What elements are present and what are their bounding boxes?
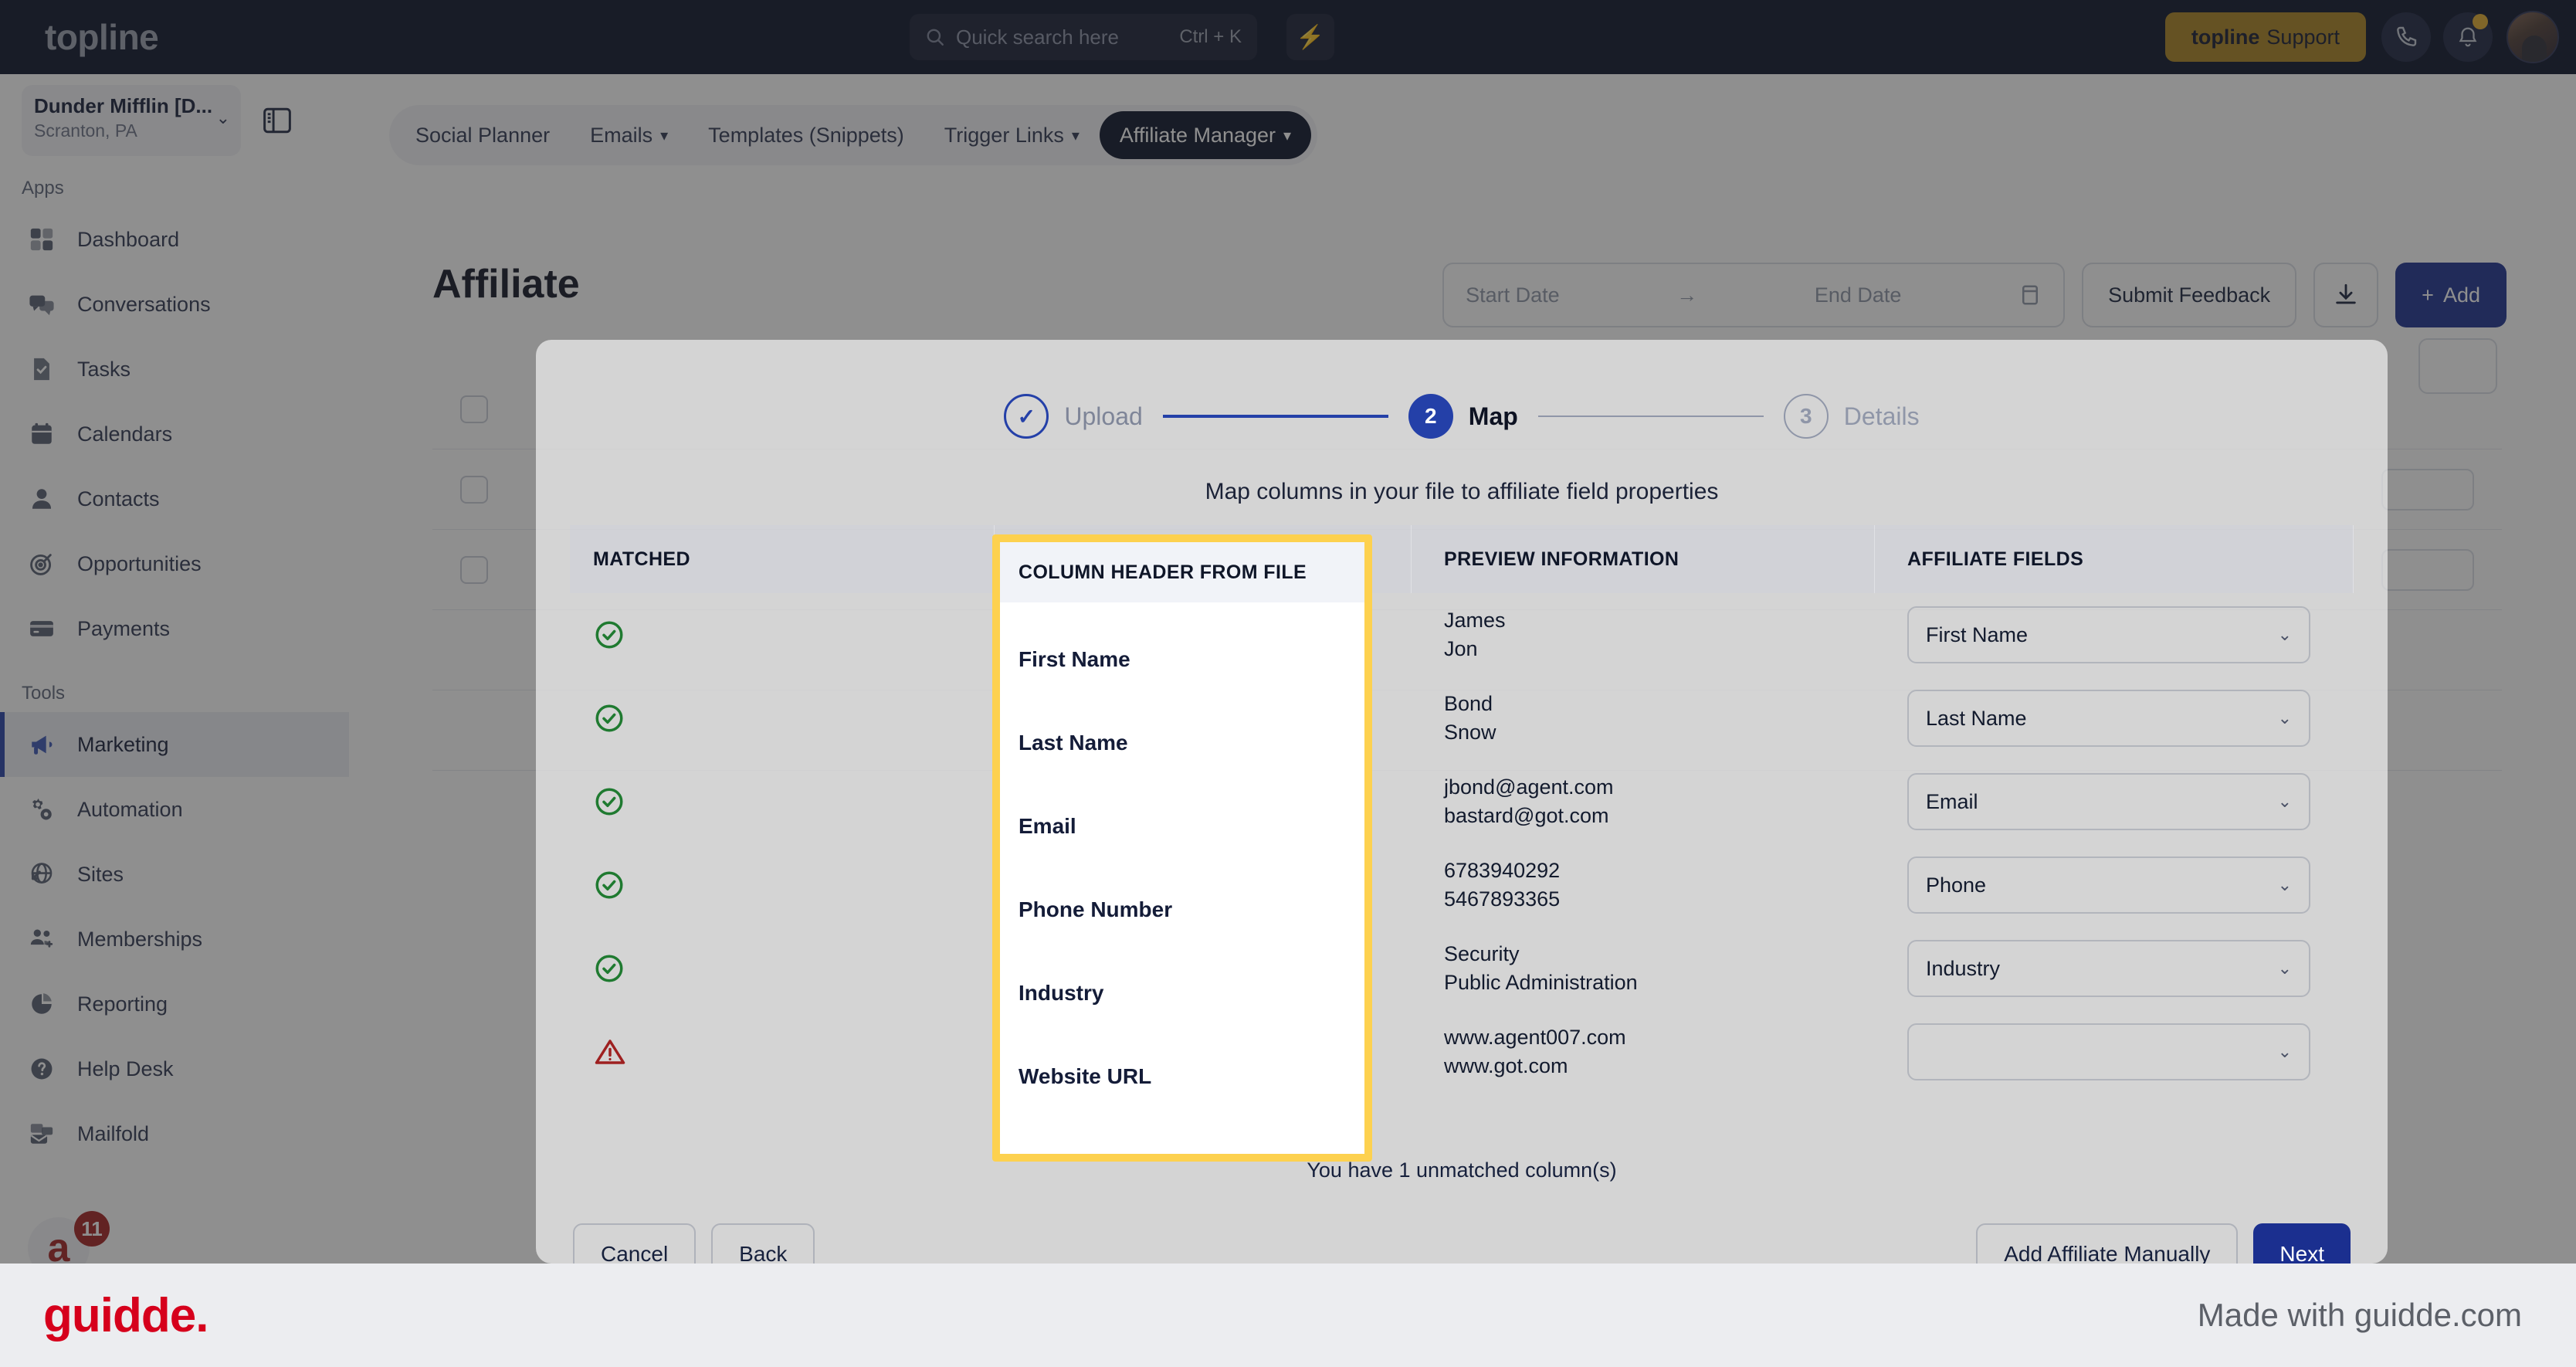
list-item[interactable]: Industry [1000,951,1364,1035]
list-item[interactable]: Email [1000,785,1364,868]
table-row: 6783940292 5467893365 [1412,843,1875,927]
table-row [570,677,995,760]
table-row [570,593,995,677]
list-item[interactable]: Last Name [1000,701,1364,785]
list-item[interactable]: Website URL [1000,1035,1364,1118]
step-label: Details [1843,402,1920,430]
preview-line: www.got.com [1444,1054,1568,1077]
table-row: Bond Snow [1412,677,1875,760]
affiliate-field-select[interactable]: ⌄ [1907,1023,2310,1080]
table-row: James Jon [1412,593,1875,677]
preview-line: Security [1444,941,1520,965]
table-row: Last Name ⌄ [1875,677,2354,760]
preview-line: www.agent007.com [1444,1025,1626,1049]
highlighted-column-callout: COLUMN HEADER FROM FILE First Name Last … [992,534,1372,1162]
affiliate-field-select[interactable]: Phone ⌄ [1907,856,2310,914]
table-header-row: MATCHED COLUMN HEADER FROM FILE PREVIEW … [570,525,2354,593]
app-root: Social Planner Emails ▾ Templates (Snipp… [0,0,2576,1367]
step-upload[interactable]: ✓ Upload [1004,394,1143,439]
preview-line: 5467893365 [1444,887,1561,911]
unmatched-columns-note: You have 1 unmatched column(s) [1307,1158,1617,1182]
column-mapping-table: MATCHED COLUMN HEADER FROM FILE PREVIEW … [570,525,2354,1094]
chevron-down-icon: ⌄ [2277,708,2292,728]
column-header-affiliate-fields: AFFILIATE FIELDS [1875,525,2354,593]
preview-line: 6783940292 [1444,858,1561,882]
check-circle-icon [593,785,625,818]
chevron-down-icon: ⌄ [2277,792,2292,811]
affiliate-field-select[interactable]: First Name ⌄ [1907,606,2310,663]
table-row: Phone ⌄ [1875,843,2354,927]
preview-line: bastard@got.com [1444,804,1609,827]
check-circle-icon [593,702,625,734]
preview-line: Snow [1444,721,1496,744]
selected-value: First Name [1926,622,2029,646]
selected-value: Last Name [1926,706,2027,730]
chevron-down-icon: ⌄ [2277,1042,2292,1061]
made-with-guidde-label: Made with guidde.com [2197,1297,2522,1333]
table-row [570,843,995,927]
affiliate-field-select[interactable]: Last Name ⌄ [1907,690,2310,747]
step-connector-filled [1162,415,1388,418]
preview-line: Public Administration [1444,971,1638,994]
warning-triangle-icon [593,1036,627,1068]
check-circle-icon [593,619,625,651]
table-row: jbond@agent.com bastard@got.com [1412,760,1875,843]
table-row: First Name ⌄ [1875,593,2354,677]
check-circle-icon [593,869,625,901]
step-map[interactable]: 2 Map [1408,394,1518,439]
highlight-column-header: COLUMN HEADER FROM FILE [1000,542,1364,602]
affiliate-field-select[interactable]: Email ⌄ [1907,773,2310,830]
selected-value: Email [1926,789,1978,813]
affiliate-field-select[interactable]: Industry ⌄ [1907,940,2310,997]
check-circle-icon [593,952,625,985]
import-affiliates-modal: ✓ Upload 2 Map 3 Details Map columns in … [536,340,2388,1285]
matched-column [570,593,995,1094]
selected-value: Industry [1926,956,2001,980]
table-row [570,760,995,843]
chevron-down-icon: ⌄ [2277,875,2292,894]
chevron-down-icon: ⌄ [2277,625,2292,644]
preview-line: jbond@agent.com [1444,775,1614,799]
table-row: ⌄ [1875,1010,2354,1094]
table-row [570,1010,995,1094]
step-number: 2 [1408,394,1453,439]
list-item[interactable]: First Name [1000,618,1364,701]
table-row: Security Public Administration [1412,927,1875,1010]
preview-line: James [1444,608,1506,632]
column-header-preview: PREVIEW INFORMATION [1412,525,1875,593]
check-icon: ✓ [1004,394,1049,439]
guidde-logo: guidde. [43,1288,208,1342]
step-number: 3 [1783,394,1829,439]
column-header-matched: MATCHED [570,525,995,593]
affiliate-fields-column: First Name ⌄ Last Name ⌄ Email ⌄ Phone ⌄… [1875,593,2354,1094]
preview-line: Jon [1444,637,1478,660]
selected-value: Phone [1926,873,1987,897]
preview-column: James Jon Bond Snow jbond@agent.com bast… [1412,593,1875,1094]
modal-subtitle: Map columns in your file to affiliate fi… [1205,479,1719,504]
step-connector-empty [1537,416,1764,417]
table-body: First Name Last Name Email Phone Number … [570,593,2354,1094]
table-row: Industry ⌄ [1875,927,2354,1010]
table-row: www.agent007.com www.got.com [1412,1010,1875,1094]
list-item[interactable]: Phone Number [1000,868,1364,951]
step-label: Map [1468,402,1518,430]
preview-line: Bond [1444,691,1493,715]
stepper: ✓ Upload 2 Map 3 Details [536,394,2388,439]
step-label: Upload [1064,402,1143,430]
step-details[interactable]: 3 Details [1783,394,1920,439]
table-row [570,927,995,1010]
chevron-down-icon: ⌄ [2277,958,2292,978]
table-row: Email ⌄ [1875,760,2354,843]
guidde-footer: guidde. Made with guidde.com [0,1264,2576,1367]
